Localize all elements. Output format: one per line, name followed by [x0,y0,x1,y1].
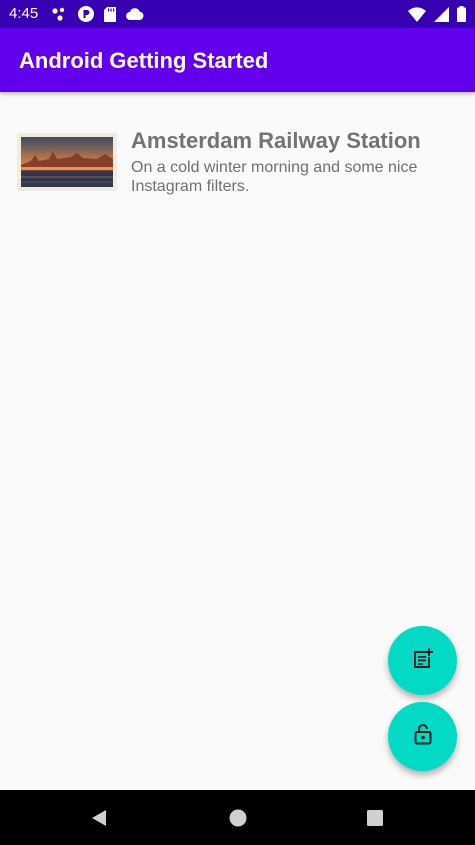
lock-open-icon [411,722,435,751]
p-badge-icon [78,6,94,22]
wifi-icon [408,6,426,22]
item-title: Amsterdam Railway Station [131,128,421,153]
note-add-icon [411,646,435,675]
status-bar: 4:45 [0,0,475,28]
item-description: On a cold winter morning and some nice I… [131,159,418,195]
status-time: 4:45 [9,5,39,22]
sd-card-icon [104,6,116,22]
unlock-button[interactable] [388,702,457,771]
recent-apps-icon[interactable] [365,808,385,828]
signal-icon [434,6,449,22]
battery-icon [457,6,466,22]
app-bar: Android Getting Started [0,28,475,92]
cloud-icon [126,8,144,20]
dots-icon [52,7,68,21]
navigation-bar [0,790,475,845]
add-note-button[interactable] [388,626,457,695]
back-icon[interactable] [89,808,109,828]
home-icon[interactable] [228,808,248,828]
list-item[interactable]: Amsterdam Railway Station On a cold wint… [0,126,475,206]
app-title: Android Getting Started [19,48,269,73]
railway-station-thumbnail [18,134,116,190]
